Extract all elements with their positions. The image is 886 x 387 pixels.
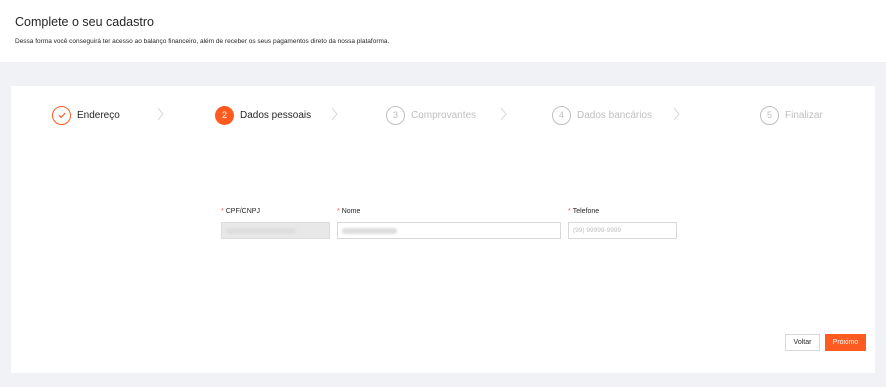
nome-label-text: Nome (341, 208, 361, 215)
cpf-label-text: CPF/CNPJ (225, 208, 260, 215)
cpf-redacted-value (226, 227, 296, 234)
step-number: 2 (215, 105, 234, 125)
required-mark: * (221, 208, 224, 215)
nome-field[interactable] (337, 222, 561, 239)
chevron-right-icon (157, 107, 164, 121)
required-mark: * (568, 208, 571, 215)
nome-redacted-value (342, 227, 397, 234)
chevron-right-icon (331, 107, 338, 121)
step-label: Dados bancários (577, 109, 653, 121)
step-label: Dados pessoais (240, 109, 312, 121)
telefone-label: * Telefone (568, 208, 599, 215)
step-dados-pessoais[interactable]: 2 Dados pessoais (215, 105, 311, 125)
registration-card: Endereço 2 Dados pessoais 3 Comprovantes… (11, 86, 875, 373)
telefone-label-text: Telefone (572, 208, 600, 215)
page-subtitle: Dessa forma você conseguirá ter acesso a… (15, 38, 390, 45)
step-label: Finalizar (785, 109, 823, 121)
nome-label: * Nome (337, 208, 360, 215)
cpf-field[interactable] (221, 222, 330, 239)
cpf-label: * CPF/CNPJ (221, 208, 260, 215)
step-endereco[interactable]: Endereço (52, 105, 120, 125)
next-button[interactable]: Próximo (825, 334, 866, 351)
step-number: 4 (552, 105, 571, 125)
page-header: Complete o seu cadastro Dessa forma você… (0, 0, 886, 62)
step-finalizar[interactable]: 5 Finalizar (760, 105, 823, 125)
telefone-field[interactable]: (99) 99999-9999 (568, 222, 677, 239)
telefone-placeholder: (99) 99999-9999 (573, 227, 622, 234)
back-button[interactable]: Voltar (785, 334, 820, 351)
page-title: Complete o seu cadastro (15, 15, 154, 29)
required-mark: * (337, 208, 340, 215)
step-label: Endereço (77, 109, 120, 121)
step-label: Comprovantes (411, 109, 477, 121)
step-dados-bancarios[interactable]: 4 Dados bancários (552, 105, 652, 125)
step-number: 5 (760, 105, 779, 125)
chevron-right-icon (673, 107, 680, 121)
check-icon (52, 105, 71, 125)
step-comprovantes[interactable]: 3 Comprovantes (386, 105, 476, 125)
chevron-right-icon (500, 107, 507, 121)
step-number: 3 (386, 105, 405, 125)
